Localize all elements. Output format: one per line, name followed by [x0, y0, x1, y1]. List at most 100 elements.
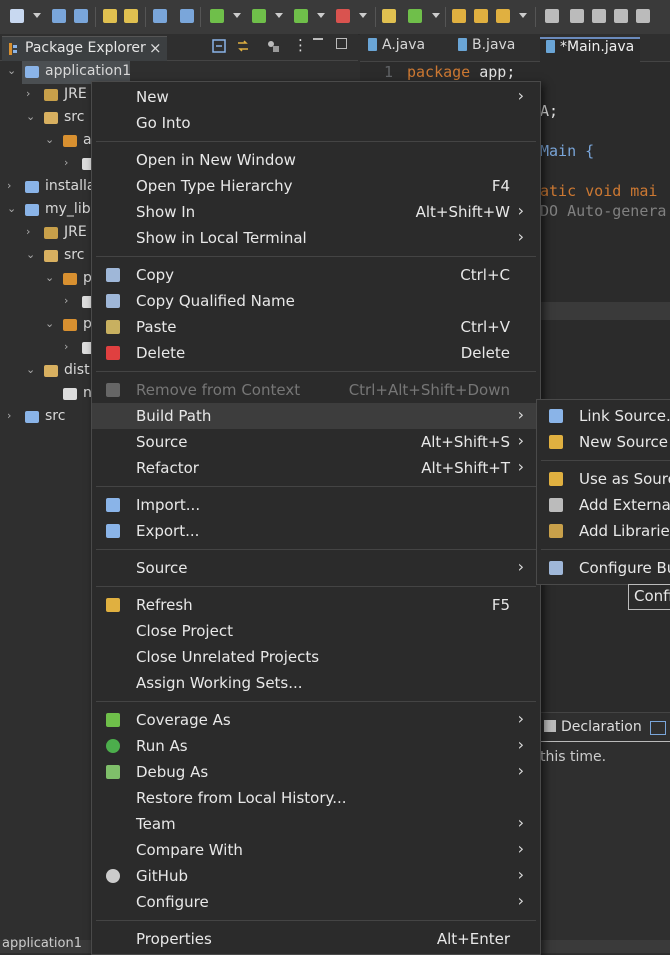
menu-item-delete[interactable]: Delete Delete	[92, 340, 540, 366]
toolbar-icon[interactable]	[103, 9, 117, 23]
tree-node-icon	[25, 204, 39, 216]
tab-declaration[interactable]: Declaration	[544, 719, 642, 735]
collapse-all-icon[interactable]	[212, 39, 226, 53]
expand-arrow-icon[interactable]: ›	[64, 340, 68, 353]
toolbar-icon[interactable]	[153, 9, 167, 23]
submenu-item-link-source[interactable]: Link Source...	[537, 403, 670, 429]
toolbar-icon[interactable]	[74, 9, 88, 23]
toolbar-icon[interactable]	[614, 9, 628, 23]
submenu-item-new-source-folder[interactable]: New Source F	[537, 429, 670, 455]
declaration-icon	[544, 720, 556, 732]
toolbar-icon[interactable]	[382, 9, 396, 23]
menu-item-show-in[interactable]: Show In Alt+Shift+W ›	[92, 199, 540, 225]
expand-arrow-icon[interactable]: ›	[26, 225, 30, 238]
expand-arrow-icon[interactable]: ›	[64, 156, 68, 169]
submenu-item-add-libraries[interactable]: Add Libraries.	[537, 518, 670, 544]
menu-item-new[interactable]: New ›	[92, 84, 540, 110]
tree-node-icon	[25, 66, 39, 78]
dropdown-arrow-icon[interactable]	[233, 13, 241, 18]
chevron-right-icon: ›	[517, 227, 524, 246]
menu-item-show-in-local-terminal[interactable]: Show in Local Terminal ›	[92, 225, 540, 251]
collapse-arrow-icon[interactable]: ⌄	[26, 248, 35, 261]
menu-item-debug-as[interactable]: Debug As ›	[92, 759, 540, 785]
toolbar-icon[interactable]	[10, 9, 24, 23]
expand-arrow-icon[interactable]: ›	[26, 87, 30, 100]
view-menu-icon[interactable]: ⋮	[293, 36, 308, 54]
dropdown-arrow-icon[interactable]	[432, 13, 440, 18]
dropdown-arrow-icon[interactable]	[33, 13, 41, 18]
menu-item-team[interactable]: Team ›	[92, 811, 540, 837]
submenu-item-configure-build[interactable]: Configure Bu	[537, 555, 670, 581]
main-toolbar	[0, 0, 670, 35]
filter-icon[interactable]	[266, 39, 280, 53]
expand-arrow-icon[interactable]: ›	[7, 409, 11, 422]
menu-item-compare-with[interactable]: Compare With ›	[92, 837, 540, 863]
menu-item-import[interactable]: Import...	[92, 492, 540, 518]
code-line-1[interactable]: package app;	[407, 63, 515, 81]
collapse-arrow-icon[interactable]: ⌄	[7, 64, 16, 77]
menu-item-source[interactable]: Source ›	[92, 555, 540, 581]
toolbar-icon[interactable]	[180, 9, 194, 23]
toolbar-icon[interactable]	[636, 9, 650, 23]
collapse-arrow-icon[interactable]: ⌄	[45, 133, 54, 146]
toolbar-icon[interactable]	[545, 9, 559, 23]
menu-item-paste[interactable]: Paste Ctrl+V	[92, 314, 540, 340]
toolbar-icon[interactable]	[52, 9, 66, 23]
menu-item-source[interactable]: Source Alt+Shift+S ›	[92, 429, 540, 455]
menu-item-run-as[interactable]: Run As ›	[92, 733, 540, 759]
collapse-arrow-icon[interactable]: ⌄	[7, 202, 16, 215]
toolbar-icon[interactable]	[336, 9, 350, 23]
dropdown-arrow-icon[interactable]	[317, 13, 325, 18]
menu-item-export[interactable]: Export...	[92, 518, 540, 544]
dropdown-arrow-icon[interactable]	[519, 13, 527, 18]
tree-item-label: installa	[45, 178, 96, 194]
menu-item-close-unrelated-projects[interactable]: Close Unrelated Projects	[92, 644, 540, 670]
editor-tab-a-java[interactable]: A.java	[368, 37, 425, 61]
collapse-arrow-icon[interactable]: ⌄	[45, 317, 54, 330]
toolbar-icon[interactable]	[570, 9, 584, 23]
menu-item-refactor[interactable]: Refactor Alt+Shift+T ›	[92, 455, 540, 481]
menu-item-configure[interactable]: Configure ›	[92, 889, 540, 915]
menu-item-properties[interactable]: Properties Alt+Enter	[92, 926, 540, 952]
collapse-arrow-icon[interactable]: ⌄	[26, 363, 35, 376]
collapse-arrow-icon[interactable]: ⌄	[26, 110, 35, 123]
tab-package-explorer[interactable]: Package Explorer ×	[2, 36, 167, 61]
collapse-arrow-icon[interactable]: ⌄	[45, 271, 54, 284]
menu-item-build-path[interactable]: Build Path ›	[92, 403, 540, 429]
menu-item-open-type-hierarchy[interactable]: Open Type Hierarchy F4	[92, 173, 540, 199]
toolbar-icon[interactable]	[452, 9, 466, 23]
menu-item-coverage-as[interactable]: Coverage As ›	[92, 707, 540, 733]
menu-item-assign-working-sets[interactable]: Assign Working Sets...	[92, 670, 540, 696]
submenu-item-add-external[interactable]: Add External	[537, 492, 670, 518]
menu-item-refresh[interactable]: Refresh F5	[92, 592, 540, 618]
editor-tab-main-java[interactable]: *Main.java	[540, 37, 641, 63]
chevron-right-icon: ›	[517, 709, 524, 728]
dropdown-arrow-icon[interactable]	[275, 13, 283, 18]
submenu-item-use-as-source[interactable]: Use as Source	[537, 466, 670, 492]
toolbar-icon[interactable]	[496, 9, 510, 23]
minimize-icon[interactable]	[313, 38, 323, 42]
toolbar-icon[interactable]	[252, 9, 266, 23]
expand-arrow-icon[interactable]: ›	[64, 294, 68, 307]
menu-item-copy[interactable]: Copy Ctrl+C	[92, 262, 540, 288]
menu-item-close-project[interactable]: Close Project	[92, 618, 540, 644]
link-with-editor-icon[interactable]	[236, 39, 250, 53]
toolbar-icon[interactable]	[294, 9, 308, 23]
toolbar-icon[interactable]	[474, 9, 488, 23]
toolbar-icon[interactable]	[210, 9, 224, 23]
console-icon[interactable]	[650, 721, 666, 735]
menu-item-github[interactable]: GitHub ›	[92, 863, 540, 889]
toolbar-icon[interactable]	[592, 9, 606, 23]
remove-context-icon	[106, 383, 120, 397]
expand-arrow-icon[interactable]: ›	[7, 179, 11, 192]
toolbar-icon[interactable]	[408, 9, 422, 23]
menu-item-restore-from-local-history[interactable]: Restore from Local History...	[92, 785, 540, 811]
dropdown-arrow-icon[interactable]	[359, 13, 367, 18]
menu-item-open-in-new-window[interactable]: Open in New Window	[92, 147, 540, 173]
close-icon[interactable]: ×	[149, 39, 162, 57]
toolbar-icon[interactable]	[124, 9, 138, 23]
menu-item-go-into[interactable]: Go Into	[92, 110, 540, 136]
maximize-icon[interactable]	[336, 38, 347, 49]
menu-item-copy-qualified-name[interactable]: Copy Qualified Name	[92, 288, 540, 314]
editor-tab-b-java[interactable]: B.java	[458, 37, 515, 61]
